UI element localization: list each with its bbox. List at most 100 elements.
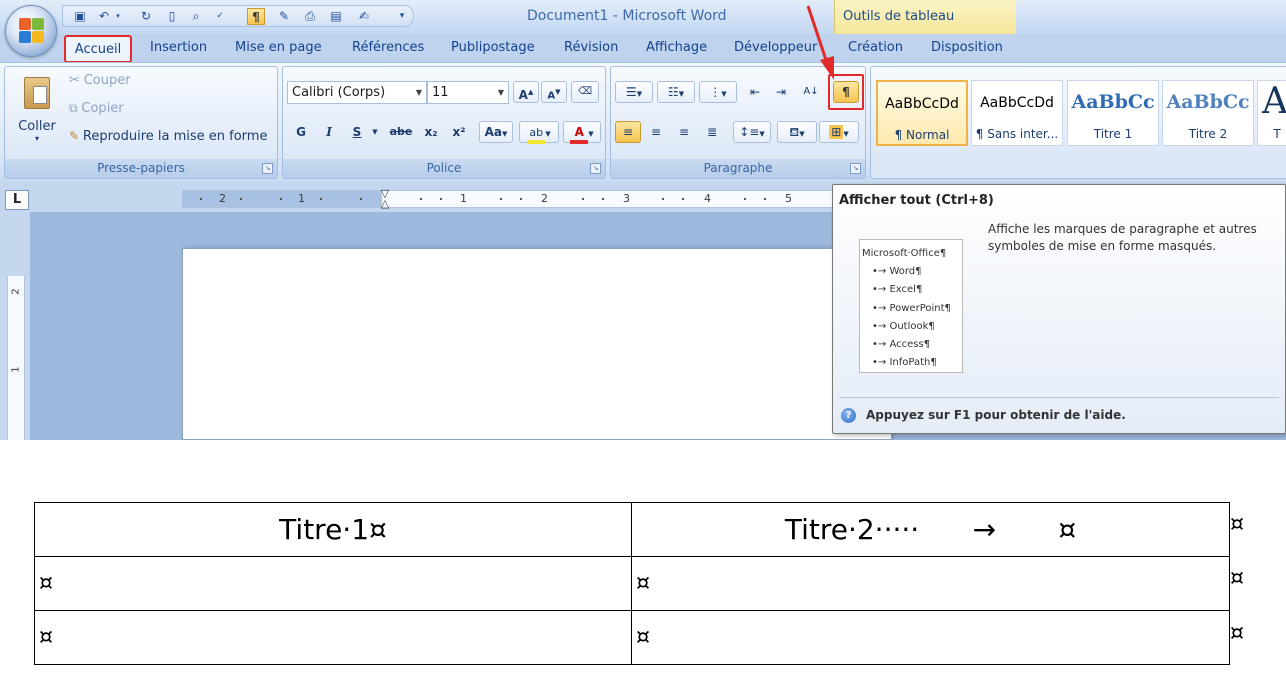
tab-creation[interactable]: Création bbox=[848, 40, 903, 55]
borders-button[interactable]: ⊞ ▼ bbox=[819, 121, 859, 143]
table-row: ¤ ¤ bbox=[34, 556, 1230, 611]
vertical-ruler[interactable]: 2 1 bbox=[7, 276, 25, 440]
align-center-button[interactable]: ≡ bbox=[643, 121, 669, 143]
ruler-number: 4 bbox=[704, 192, 711, 205]
style-sample: AaBbCcDd bbox=[885, 96, 959, 112]
tab-accueil[interactable]: Accueil bbox=[64, 35, 132, 63]
highlight-color-button[interactable]: ab ▼ bbox=[519, 121, 559, 144]
sort-button[interactable]: A↓ bbox=[799, 81, 823, 103]
shrink-font-button[interactable]: A▼ bbox=[541, 81, 567, 103]
insert-icon[interactable]: ▤ bbox=[327, 8, 345, 25]
align-center-icon: ≡ bbox=[650, 125, 662, 139]
change-case-label: Aa bbox=[484, 125, 502, 139]
style-sans-interligne[interactable]: AaBbCcDd ¶ Sans inter... bbox=[971, 80, 1063, 146]
table-cell[interactable]: ¤ bbox=[34, 610, 632, 665]
sample-line: •→ Excel¶ bbox=[872, 284, 923, 296]
style-name: Titre 2 bbox=[1188, 127, 1228, 141]
ruler-tick bbox=[744, 198, 746, 200]
tab-references[interactable]: Références bbox=[352, 40, 424, 55]
table-header-cell[interactable]: Titre·1¤ bbox=[34, 502, 632, 557]
cut-button[interactable]: ✂ Couper bbox=[69, 73, 131, 93]
change-case-button[interactable]: Aa▼ bbox=[479, 121, 513, 143]
strikethrough-button[interactable]: abe bbox=[387, 121, 415, 143]
ruler-left-margin bbox=[182, 191, 382, 207]
style-titre[interactable]: A T bbox=[1257, 80, 1286, 146]
justify-button[interactable]: ≣ bbox=[699, 121, 725, 143]
increase-indent-button[interactable]: ⇥ bbox=[769, 81, 793, 103]
indent-marker[interactable]: ▽ △ bbox=[380, 188, 390, 209]
tab-insertion[interactable]: Insertion bbox=[150, 40, 207, 55]
grow-font-button[interactable]: A▲ bbox=[513, 81, 539, 103]
tab-mise-en-page[interactable]: Mise en page bbox=[235, 40, 322, 55]
shading-button[interactable]: ⛾▼ bbox=[777, 121, 817, 143]
style-normal[interactable]: AaBbCcDd ¶ Normal bbox=[876, 80, 968, 146]
font-group: Calibri (Corps) ▼ 11 ▼ A▲ A▼ ⌫ G I S ▼ a… bbox=[282, 66, 606, 179]
new-document-icon[interactable]: ▯ bbox=[163, 8, 181, 25]
ruler-tick bbox=[200, 198, 202, 200]
spelling-icon[interactable]: ✓ bbox=[211, 8, 229, 25]
font-color-button[interactable]: A ▼ bbox=[563, 121, 601, 144]
document-page[interactable] bbox=[182, 248, 892, 440]
customize-qat-icon[interactable]: ▾ bbox=[393, 8, 411, 25]
clear-formatting-button[interactable]: ⌫ bbox=[571, 81, 599, 103]
copy-button[interactable]: ⧉ Copier bbox=[69, 101, 124, 121]
show-all-quick-icon[interactable]: ¶ bbox=[247, 8, 265, 25]
tab-selector[interactable]: L bbox=[5, 190, 29, 210]
tab-affichage[interactable]: Affichage bbox=[646, 40, 707, 55]
table-cell[interactable]: ¤ bbox=[631, 610, 1230, 665]
print-preview-icon[interactable]: ⌕ bbox=[187, 8, 205, 25]
table-row: ¤ ¤ bbox=[34, 610, 1230, 665]
end-of-row-mark: ¤ bbox=[1230, 621, 1244, 646]
font-launcher-icon[interactable]: ↘ bbox=[590, 163, 601, 174]
title-bar: ▣ ↶ ▾ ↻ ▯ ⌕ ✓ ¶ ✎ ⎙ ▤ ✍ ▾ Document1 - Mi… bbox=[0, 0, 1286, 34]
underline-dropdown-icon[interactable]: ▼ bbox=[369, 121, 381, 143]
numbering-button[interactable]: ☷▼ bbox=[657, 81, 695, 103]
table-cell[interactable]: ¤ bbox=[34, 556, 632, 611]
bold-button[interactable]: G bbox=[289, 121, 313, 143]
italic-button[interactable]: I bbox=[317, 121, 341, 143]
align-left-button[interactable]: ≡ bbox=[615, 121, 641, 143]
print-icon[interactable]: ⎙ bbox=[301, 8, 319, 25]
format-painter-quick-icon[interactable]: ✎ bbox=[275, 8, 293, 25]
save-icon[interactable]: ▣ bbox=[71, 8, 89, 25]
superscript-button[interactable]: x² bbox=[447, 121, 471, 143]
edit-icon[interactable]: ✍ bbox=[355, 8, 373, 25]
ruler-number: 5 bbox=[785, 192, 792, 205]
table-header-cell[interactable]: Titre·2····· → ¤ bbox=[631, 502, 1230, 557]
table-tools-context: Outils de tableau bbox=[834, 0, 1016, 34]
office-button[interactable] bbox=[5, 5, 57, 57]
paragraph-launcher-icon[interactable]: ↘ bbox=[850, 163, 861, 174]
sample-line: •→ Access¶ bbox=[872, 339, 931, 351]
align-right-button[interactable]: ≡ bbox=[671, 121, 697, 143]
table-tools-label: Outils de tableau bbox=[843, 9, 955, 24]
line-spacing-button[interactable]: ↕≡▼ bbox=[733, 121, 771, 143]
tab-publipostage[interactable]: Publipostage bbox=[451, 40, 535, 55]
table-cell[interactable]: ¤ bbox=[631, 556, 1230, 611]
style-titre-1[interactable]: AaBbCc Titre 1 bbox=[1067, 80, 1159, 146]
ribbon-tabs: Accueil Insertion Mise en page Référence… bbox=[0, 34, 1286, 96]
show-all-tooltip: Afficher tout (Ctrl+8) Affiche les marqu… bbox=[832, 184, 1286, 434]
undo-dropdown-icon[interactable]: ▾ bbox=[113, 8, 123, 25]
style-titre-2[interactable]: AaBbCc Titre 2 bbox=[1162, 80, 1254, 146]
tab-revision[interactable]: Révision bbox=[564, 40, 618, 55]
sample-line: •→ Word¶ bbox=[872, 266, 922, 278]
ruler-tick bbox=[360, 198, 362, 200]
multilevel-list-button[interactable]: ⋮▼ bbox=[699, 81, 737, 103]
underline-button[interactable]: S bbox=[345, 121, 369, 143]
bullets-button[interactable]: ☰▼ bbox=[615, 81, 653, 103]
clipboard-launcher-icon[interactable]: ↘ bbox=[262, 163, 273, 174]
subscript-button[interactable]: x₂ bbox=[419, 121, 443, 143]
undo-icon[interactable]: ↶ bbox=[95, 8, 113, 25]
font-name-select[interactable]: Calibri (Corps) ▼ bbox=[287, 81, 427, 104]
copy-icon: ⧉ bbox=[69, 101, 78, 115]
ruler-number: 2 bbox=[10, 288, 22, 295]
font-size-select[interactable]: 11 ▼ bbox=[427, 81, 509, 104]
decrease-indent-button[interactable]: ⇤ bbox=[743, 81, 767, 103]
format-painter-button[interactable]: ✎ Reproduire la mise en forme bbox=[69, 129, 267, 149]
paste-button[interactable]: Coller ▾ bbox=[9, 73, 65, 153]
formatting-marks-table: Titre·1¤ Titre·2····· → ¤ ¤ ¤ ¤ ¤ bbox=[34, 502, 1230, 665]
tab-disposition[interactable]: Disposition bbox=[931, 40, 1003, 55]
horizontal-ruler[interactable]: 2 1 1 2 3 4 5 ▽ △ bbox=[182, 188, 834, 209]
style-name: T bbox=[1273, 127, 1281, 141]
redo-icon[interactable]: ↻ bbox=[137, 8, 155, 25]
